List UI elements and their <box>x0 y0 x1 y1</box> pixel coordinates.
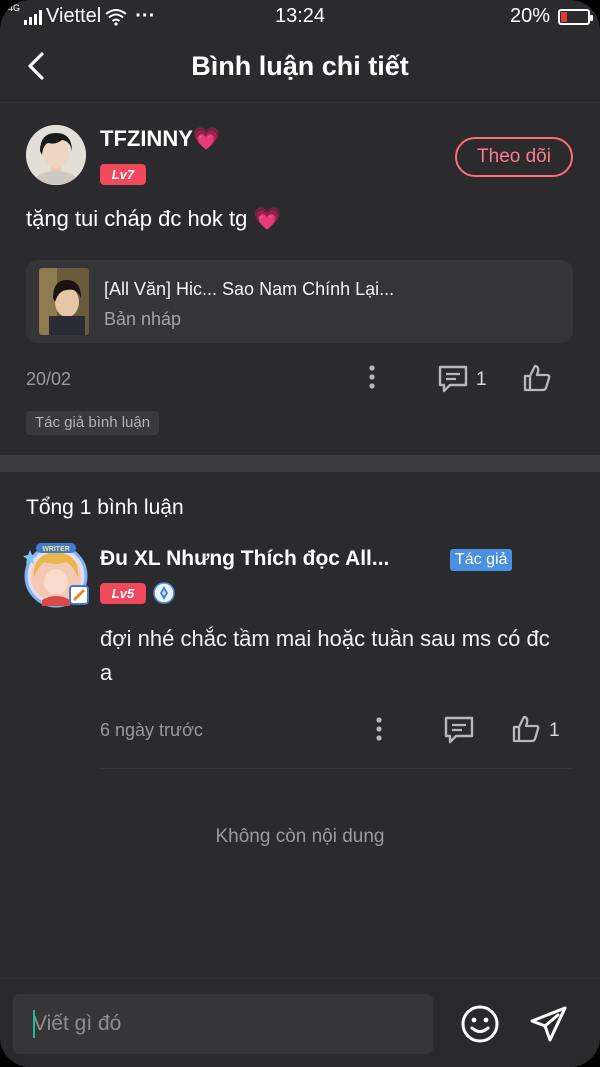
battery-percent: 20% <box>509 5 550 27</box>
poster-avatar[interactable] <box>26 125 86 185</box>
poster-username[interactable]: TFZINNY💗 <box>100 126 220 152</box>
commenter-avatar-image: WRITER <box>23 543 89 608</box>
header: Bình luận chi tiết <box>0 34 600 100</box>
post-content: tặng tui cháp đc hok tg 💗 <box>26 206 281 231</box>
follow-button[interactable]: Theo dõi <box>455 137 573 177</box>
more-icon <box>369 365 375 389</box>
post-like-button[interactable] <box>522 363 552 393</box>
story-card[interactable]: [All Văn] Hic... Sao Nam Chính Lại... Bả… <box>26 260 573 343</box>
verified-icon <box>153 582 175 604</box>
author-comment-tag: Tác giả bình luận <box>26 411 160 435</box>
post-comment-count: 1 <box>476 369 487 390</box>
commenter-avatar[interactable]: WRITER <box>22 542 92 608</box>
comment-icon <box>444 716 474 744</box>
section-divider <box>0 455 600 472</box>
emoji-button[interactable] <box>459 1003 501 1045</box>
like-icon <box>523 364 551 392</box>
composer-bar <box>0 978 600 1067</box>
end-of-list-label: Không còn nội dung <box>215 826 385 847</box>
comment-more-button[interactable] <box>367 716 391 744</box>
status-bar: 4G Viettel ··· 13:24 20% <box>0 0 600 34</box>
story-cover <box>39 268 89 335</box>
header-divider <box>0 102 600 103</box>
comment-input[interactable] <box>13 994 433 1054</box>
comment-divider <box>100 768 573 769</box>
comment-reply-button[interactable] <box>443 715 475 745</box>
comment-like-button[interactable] <box>511 714 541 744</box>
story-status: Bản nháp <box>104 309 182 329</box>
send-icon <box>530 1006 567 1042</box>
post-comment-button[interactable] <box>437 364 469 394</box>
comment-text: đợi nhé chắc tầm mai hoặc tuần sau ms có… <box>100 626 550 685</box>
author-badge: Tác giả <box>450 549 513 571</box>
emoji-icon <box>461 1005 499 1043</box>
like-icon <box>512 715 540 743</box>
writer-frame-label: WRITER <box>42 546 70 553</box>
page-title: Bình luận chi tiết <box>191 51 409 81</box>
screen: 4G Viettel ··· 13:24 20% Bình luận chi t… <box>0 0 600 1067</box>
poster-avatar-image <box>26 125 86 185</box>
post-more-button[interactable] <box>360 364 384 392</box>
comment-like-count: 1 <box>549 720 560 741</box>
commenter-level-badge: Lv5 <box>100 583 146 604</box>
post-date: 20/02 <box>26 369 72 389</box>
comment-date: 6 ngày trước <box>100 720 203 740</box>
total-comments-label: Tổng 1 bình luận <box>26 496 184 519</box>
comment-icon <box>438 365 468 393</box>
poster-level-badge: Lv7 <box>100 164 146 185</box>
commenter-name[interactable]: Đu XL Nhưng Thích đọc All... <box>100 547 389 571</box>
text-caret <box>33 1010 35 1038</box>
more-icon <box>376 717 382 741</box>
story-title: [All Văn] Hic... Sao Nam Chính Lại... <box>104 279 395 299</box>
send-button[interactable] <box>528 1003 570 1045</box>
battery-icon <box>558 8 593 25</box>
